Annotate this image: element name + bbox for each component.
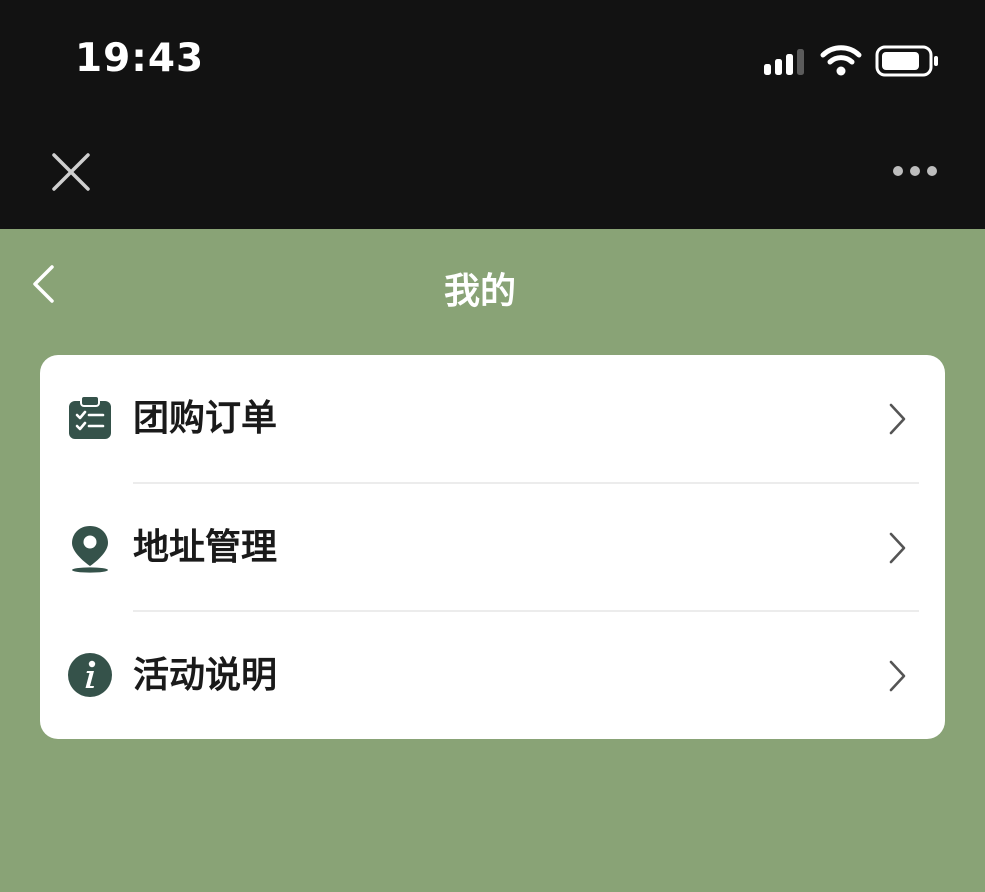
menu-item-group-orders[interactable]: 团购订单 (40, 355, 945, 483)
close-icon[interactable] (50, 151, 92, 193)
order-clipboard-icon (69, 395, 111, 439)
battery-icon (875, 45, 938, 77)
location-pin-icon (72, 526, 108, 573)
menu-item-label: 团购订单 (133, 398, 278, 439)
chevron-right-icon (889, 660, 906, 692)
menu-card: 团购订单 地址管理 活动说明 (40, 355, 945, 739)
wifi-icon (820, 45, 862, 76)
menu-item-label: 地址管理 (133, 527, 278, 568)
signal-icon (764, 49, 804, 75)
more-icon[interactable] (890, 163, 940, 179)
info-icon (68, 653, 112, 697)
status-time: 19:43 (75, 36, 205, 81)
chevron-right-icon (889, 403, 906, 435)
page-title: 我的 (443, 271, 516, 312)
status-bar: 19:43 (0, 0, 985, 125)
nav-bar: 我的 (0, 229, 985, 339)
menu-item-label: 活动说明 (133, 655, 278, 696)
menu-item-address[interactable]: 地址管理 (40, 484, 945, 612)
capsule-bar (0, 125, 985, 229)
chevron-right-icon (889, 532, 906, 564)
menu-item-activity-info[interactable]: 活动说明 (40, 612, 945, 739)
